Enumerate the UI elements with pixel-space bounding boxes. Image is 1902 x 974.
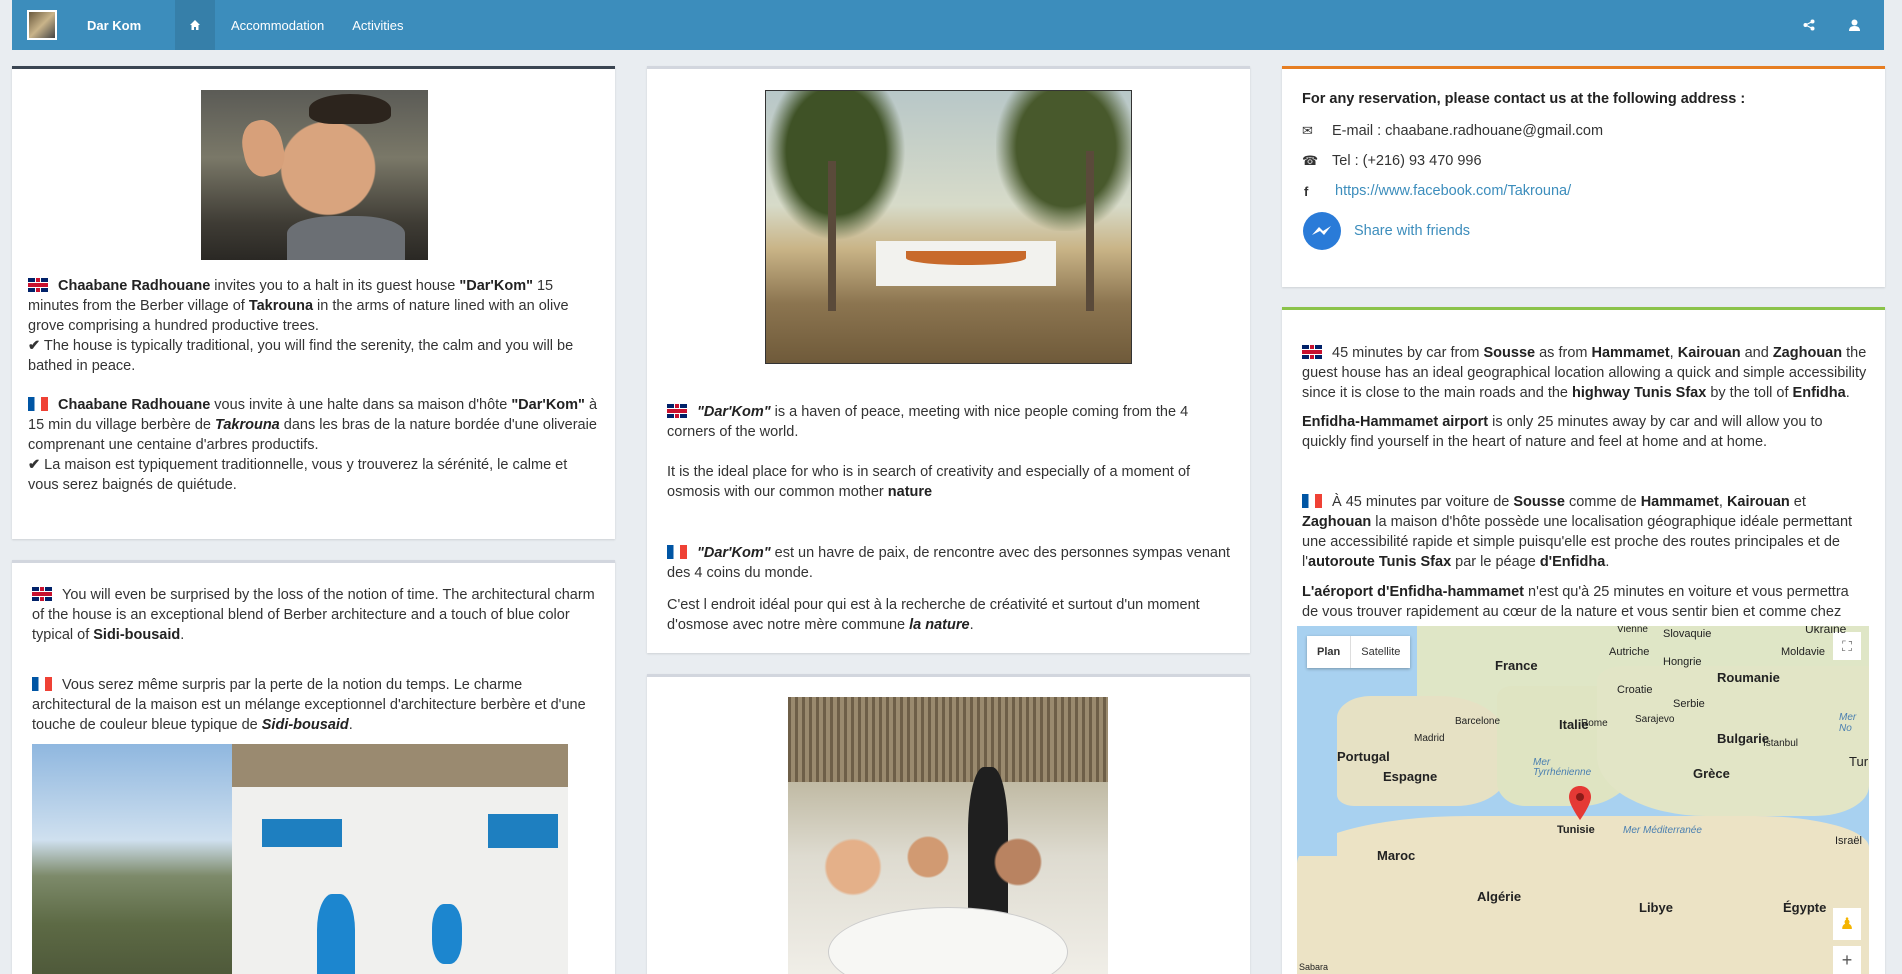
map-city-rome: Rome bbox=[1581, 718, 1608, 729]
map-city-istanbul: Istanbul bbox=[1763, 738, 1799, 749]
map-pin-icon[interactable] bbox=[1569, 786, 1591, 820]
pegman-icon[interactable]: ♟ bbox=[1833, 908, 1861, 940]
zoom-in-button[interactable]: + bbox=[1833, 946, 1861, 974]
envelope-icon: ✉ bbox=[1302, 123, 1313, 138]
haven-box: "Dar'Kom" is a haven of peace, meeting w… bbox=[647, 66, 1250, 653]
fr-flag-icon bbox=[32, 677, 52, 691]
host-photo bbox=[201, 90, 428, 260]
fullscreen-icon[interactable]: ⛶ bbox=[1833, 632, 1861, 660]
map-label-autriche: Autriche bbox=[1609, 646, 1650, 658]
location-en-airport: Enfidha-Hammamet airport is only 25 minu… bbox=[1302, 414, 1823, 450]
location-map[interactable]: Plan Satellite ⛶ France Espagne Portugal… bbox=[1297, 626, 1869, 974]
host-intro-fr: Chaabane Radhouane vous invite à une hal… bbox=[28, 397, 598, 493]
map-type-control[interactable]: Plan Satellite bbox=[1307, 636, 1411, 668]
contact-phone: ☎ Tel : (+216) 93 470 996 bbox=[1302, 153, 1482, 169]
nav-accommodation[interactable]: Accommodation bbox=[231, 18, 324, 33]
uk-flag-icon bbox=[28, 278, 48, 292]
haven-fr-2: C'est l endroit idéal pour qui est à la … bbox=[667, 597, 1200, 633]
map-label-hongrie: Hongrie bbox=[1663, 656, 1702, 668]
map-city-barcelone: Barcelone bbox=[1455, 716, 1501, 727]
map-city-sarajevo: Sarajevo bbox=[1635, 714, 1675, 725]
uk-flag-icon bbox=[667, 404, 687, 418]
map-label-turquie: Tur bbox=[1849, 754, 1869, 769]
contact-email: ✉ E-mail : chaabane.radhouane@gmail.com bbox=[1302, 123, 1604, 139]
map-label-libye: Libye bbox=[1639, 900, 1673, 915]
map-label-egypte: Égypte bbox=[1783, 900, 1827, 915]
uk-flag-icon bbox=[32, 587, 52, 601]
brand-name[interactable]: Dar Kom bbox=[87, 18, 175, 33]
facebook-icon: f bbox=[1304, 183, 1309, 199]
architecture-fr: Vous serez même surpris par la perte de … bbox=[32, 677, 586, 733]
location-en: 45 minutes by car from Sousse as from Ha… bbox=[1302, 345, 1867, 401]
haven-en-2: It is the ideal place for who is in sear… bbox=[667, 464, 1191, 500]
map-city-vienne: Vienne bbox=[1617, 626, 1648, 635]
architecture-en: You will even be surprised by the loss o… bbox=[32, 587, 595, 643]
map-plan-button[interactable]: Plan bbox=[1307, 636, 1350, 668]
phone-icon: ☎ bbox=[1302, 153, 1319, 168]
fr-flag-icon bbox=[28, 397, 48, 411]
home-button[interactable] bbox=[175, 0, 215, 50]
map-label-espagne: Espagne bbox=[1383, 769, 1438, 784]
share-icon[interactable] bbox=[1803, 19, 1815, 31]
map-city-sabara: Sabara bbox=[1299, 962, 1329, 972]
map-label-bulgarie: Bulgarie bbox=[1717, 731, 1770, 746]
map-label-algerie: Algérie bbox=[1477, 889, 1522, 904]
contact-box: For any reservation, please contact us a… bbox=[1282, 66, 1885, 287]
map-label-ukraine: Ukraine bbox=[1805, 626, 1847, 636]
guests-box bbox=[647, 674, 1250, 974]
contact-facebook: f https://www.facebook.com/Takrouna/ bbox=[1302, 176, 1862, 206]
guests-photo bbox=[788, 697, 1108, 974]
map-label-croatie: Croatie bbox=[1617, 684, 1653, 696]
fr-flag-icon bbox=[667, 545, 687, 559]
uk-flag-icon bbox=[1302, 345, 1322, 359]
map-label-maroc: Maroc bbox=[1377, 848, 1416, 863]
map-label-moldavie: Moldavie bbox=[1781, 646, 1826, 658]
map-satellite-button[interactable]: Satellite bbox=[1350, 636, 1410, 668]
hammock-photo bbox=[765, 90, 1132, 364]
user-icon[interactable] bbox=[1849, 19, 1860, 31]
map-label-grece: Grèce bbox=[1693, 766, 1730, 781]
top-navbar: Dar Kom Accommodation Activities bbox=[12, 0, 1884, 50]
host-intro-box: Chaabane Radhouane invites you to a halt… bbox=[12, 66, 615, 539]
nav-activities[interactable]: Activities bbox=[352, 18, 403, 33]
check-icon: ✔ bbox=[28, 457, 41, 473]
facebook-link[interactable]: https://www.facebook.com/Takrouna/ bbox=[1335, 183, 1571, 199]
map-label-serbie: Serbie bbox=[1673, 698, 1705, 710]
map-label-france: France bbox=[1495, 658, 1538, 673]
fr-flag-icon bbox=[1302, 494, 1322, 508]
host-intro-en: Chaabane Radhouane invites you to a halt… bbox=[28, 278, 574, 374]
check-icon: ✔ bbox=[28, 338, 41, 354]
messenger-icon bbox=[1303, 212, 1341, 250]
map-sea-tyrrhenienne: Mer Tyrrhénienne bbox=[1533, 757, 1592, 778]
location-fr: À 45 minutes par voiture de Sousse comme… bbox=[1302, 494, 1853, 570]
house-courtyard-photo bbox=[32, 744, 568, 974]
haven-fr-1: "Dar'Kom" est un havre de paix, de renco… bbox=[667, 545, 1231, 581]
map-label-roumanie: Roumanie bbox=[1717, 670, 1780, 685]
haven-en-1: "Dar'Kom" is a haven of peace, meeting w… bbox=[667, 404, 1189, 440]
map-sea-noire: Mer No bbox=[1839, 712, 1857, 734]
map-label-tunisie: Tunisie bbox=[1557, 824, 1595, 836]
contact-heading: For any reservation, please contact us a… bbox=[1302, 91, 1746, 107]
logo[interactable] bbox=[27, 10, 57, 40]
map-label-slovaquie: Slovaquie bbox=[1663, 628, 1712, 640]
map-city-madrid: Madrid bbox=[1414, 733, 1445, 744]
map-label-israel: Israël bbox=[1835, 835, 1862, 847]
map-label-portugal: Portugal bbox=[1337, 749, 1390, 764]
map-sea-mediterranee: Mer Méditerranée bbox=[1623, 825, 1702, 836]
home-icon bbox=[190, 20, 200, 30]
architecture-box: You will even be surprised by the loss o… bbox=[12, 560, 615, 974]
share-with-friends[interactable]: Share with friends bbox=[1302, 206, 1862, 256]
